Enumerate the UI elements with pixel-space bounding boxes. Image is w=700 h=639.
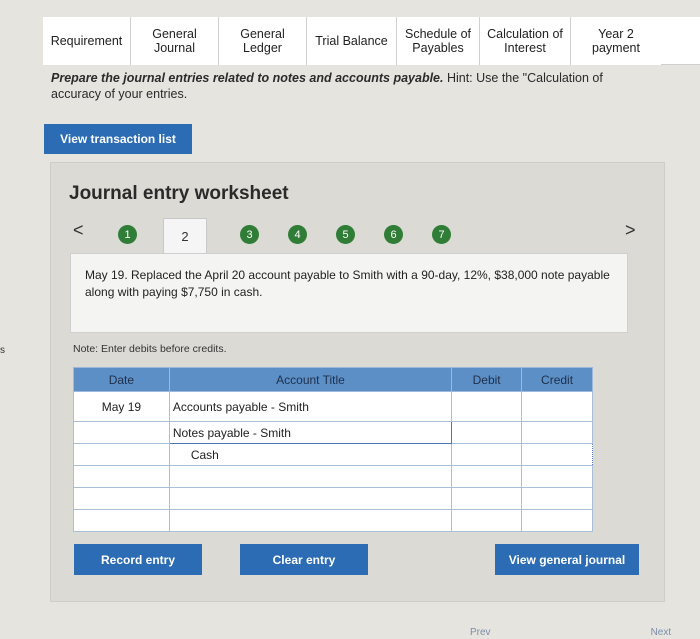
account-cell-text: Notes payable - Smith bbox=[172, 425, 291, 440]
instruction-main: Prepare the journal entries related to n… bbox=[51, 71, 444, 85]
debit-cell[interactable] bbox=[451, 487, 523, 510]
debit-cell[interactable] bbox=[451, 421, 523, 444]
account-cell[interactable]: Notes payable - Smith bbox=[168, 421, 453, 444]
debit-cell[interactable] bbox=[451, 509, 523, 532]
account-title-header: Account Title bbox=[168, 367, 453, 392]
credit-cell[interactable] bbox=[521, 509, 593, 532]
date-cell[interactable] bbox=[73, 509, 170, 532]
account-cell[interactable] bbox=[168, 487, 453, 510]
table-row bbox=[73, 487, 593, 510]
date-cell[interactable] bbox=[73, 487, 170, 510]
account-cell[interactable]: Accounts payable - Smith bbox=[168, 391, 453, 422]
view-transaction-list-button[interactable]: View transaction list bbox=[44, 124, 192, 154]
journal-entry-table: Date Account Title Debit Credit May 19 A… bbox=[73, 367, 593, 532]
step-4[interactable]: 4 bbox=[288, 225, 307, 244]
date-header: Date bbox=[73, 367, 170, 392]
table-row bbox=[73, 465, 593, 488]
debit-cell[interactable] bbox=[451, 443, 523, 466]
tab-year-2-payment[interactable]: Year 2 payment bbox=[571, 17, 661, 65]
clear-entry-button[interactable]: Clear entry bbox=[240, 544, 368, 575]
tab-general-journal[interactable]: General Journal bbox=[131, 17, 219, 65]
credit-header: Credit bbox=[521, 367, 593, 392]
account-cell-text: Cash bbox=[190, 447, 219, 462]
instruction-hint: Hint: Use the "Calculation of bbox=[443, 71, 603, 85]
debit-header: Debit bbox=[451, 367, 523, 392]
date-cell[interactable] bbox=[73, 443, 170, 466]
credit-cell[interactable] bbox=[521, 421, 593, 444]
credit-cell[interactable] bbox=[521, 443, 593, 466]
instruction-text: Prepare the journal entries related to n… bbox=[51, 70, 700, 102]
debit-cell[interactable] bbox=[451, 391, 523, 422]
next-arrow-icon[interactable]: > bbox=[625, 220, 636, 241]
tab-schedule-of-payables[interactable]: Schedule of Payables bbox=[397, 17, 480, 65]
credit-cell[interactable] bbox=[521, 465, 593, 488]
table-row bbox=[73, 509, 593, 532]
account-cell[interactable]: Cash bbox=[168, 443, 453, 466]
instruction-line2: accuracy of your entries. bbox=[51, 87, 188, 101]
tab-general-ledger[interactable]: General Ledger bbox=[219, 17, 307, 65]
tab-calculation-of-interest[interactable]: Calculation of Interest bbox=[480, 17, 571, 65]
credit-cell[interactable] bbox=[521, 391, 593, 422]
view-general-journal-button[interactable]: View general journal bbox=[495, 544, 639, 575]
debit-credit-note: Note: Enter debits before credits. bbox=[73, 343, 227, 355]
step-2-active[interactable]: 2 bbox=[163, 218, 207, 254]
date-cell[interactable] bbox=[73, 421, 170, 444]
account-cell[interactable] bbox=[168, 509, 453, 532]
step-6[interactable]: 6 bbox=[384, 225, 403, 244]
table-row: Notes payable - Smith bbox=[73, 421, 593, 444]
table-row: May 19 Accounts payable - Smith bbox=[73, 391, 593, 422]
worksheet-title: Journal entry worksheet bbox=[69, 183, 289, 204]
tab-bar: Requirement General Journal General Ledg… bbox=[43, 17, 700, 65]
prev-arrow-icon[interactable]: < bbox=[73, 220, 84, 241]
step-1[interactable]: 1 bbox=[118, 225, 137, 244]
table-row: Cash bbox=[73, 443, 593, 466]
credit-cell[interactable] bbox=[521, 487, 593, 510]
debit-cell[interactable] bbox=[451, 465, 523, 488]
step-7[interactable]: 7 bbox=[432, 225, 451, 244]
gutter-letter: s bbox=[0, 345, 5, 356]
record-entry-button[interactable]: Record entry bbox=[74, 544, 202, 575]
step-3[interactable]: 3 bbox=[240, 225, 259, 244]
next-link[interactable]: Next bbox=[651, 627, 672, 639]
tab-requirement[interactable]: Requirement bbox=[43, 17, 131, 65]
date-cell[interactable] bbox=[73, 465, 170, 488]
prev-link[interactable]: Prev bbox=[470, 627, 491, 639]
account-cell[interactable] bbox=[168, 465, 453, 488]
date-cell[interactable]: May 19 bbox=[73, 391, 170, 422]
pagination-footer: Prev Next bbox=[470, 627, 700, 639]
tab-trial-balance[interactable]: Trial Balance bbox=[307, 17, 397, 65]
step-5[interactable]: 5 bbox=[336, 225, 355, 244]
transaction-description: May 19. Replaced the April 20 account pa… bbox=[70, 253, 628, 333]
